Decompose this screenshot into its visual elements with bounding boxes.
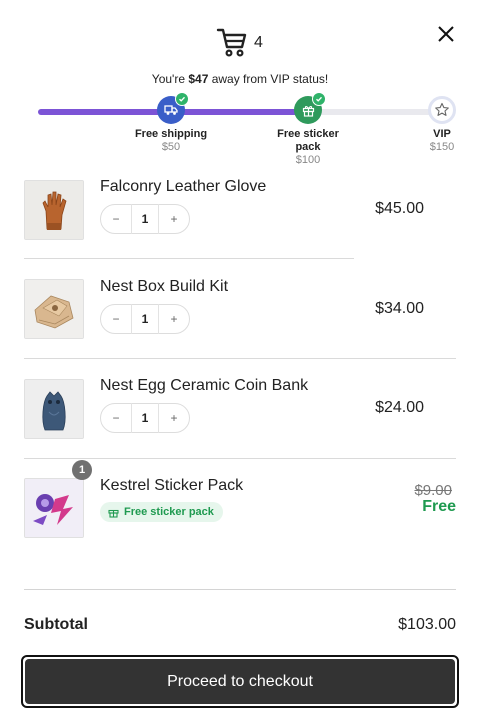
decrease-quantity-button[interactable]: − <box>101 411 131 425</box>
quantity-stepper: − 1 + <box>100 204 190 234</box>
product-image-wooden-kit[interactable] <box>24 279 84 339</box>
cart-item: Nest Egg Ceramic Coin Bank − 1 + $24.00 <box>24 368 456 468</box>
product-image-leather-glove[interactable] <box>24 180 84 240</box>
product-image-ceramic-owl[interactable] <box>24 379 84 439</box>
progress-track <box>38 109 442 115</box>
truck-icon <box>164 105 178 115</box>
item-divider <box>24 358 456 359</box>
proceed-to-checkout-button[interactable]: Proceed to checkout <box>25 659 455 704</box>
gift-icon <box>108 509 119 518</box>
milestone-label: Free shipping <box>134 128 208 140</box>
quantity-value[interactable]: 1 <box>131 403 159 433</box>
item-name[interactable]: Nest Box Build Kit <box>100 278 228 296</box>
milestone-circle <box>157 92 189 124</box>
milestone-free-shipping: Free shipping $50 <box>121 92 221 154</box>
cart-item: Falconry Leather Glove − 1 + $45.00 <box>24 168 456 268</box>
close-icon <box>438 26 454 42</box>
checkout-button-frame: Proceed to checkout <box>21 655 459 708</box>
quantity-badge: 1 <box>72 460 92 480</box>
check-icon <box>312 92 326 106</box>
milestone-circle <box>428 96 456 124</box>
cart-summary: 4 <box>216 24 276 60</box>
cart-item-count: 4 <box>254 34 263 51</box>
increase-quantity-button[interactable]: + <box>159 212 189 226</box>
milestone-circle <box>294 92 326 124</box>
milestone-label: VIP <box>433 128 451 140</box>
item-price: $45.00 <box>375 200 424 217</box>
item-name[interactable]: Nest Egg Ceramic Coin Bank <box>100 377 308 395</box>
shopping-cart-icon <box>216 28 247 57</box>
milestone-amount: $50 <box>161 141 181 153</box>
milestone-vip: VIP $150 <box>392 96 480 154</box>
vip-message-suffix: away from VIP status! <box>208 72 329 86</box>
decrease-quantity-button[interactable]: − <box>101 212 131 226</box>
star-icon <box>435 102 449 116</box>
item-name[interactable]: Falconry Leather Glove <box>100 178 266 196</box>
cart-item: Nest Box Build Kit − 1 + $34.00 <box>24 268 456 368</box>
item-divider <box>24 258 354 259</box>
increase-quantity-button[interactable]: + <box>159 411 189 425</box>
item-price: $24.00 <box>375 399 424 416</box>
subtotal-value: $103.00 <box>398 616 456 633</box>
free-sticker-pack-pill: Free sticker pack <box>100 502 223 522</box>
increase-quantity-button[interactable]: + <box>159 312 189 326</box>
free-price-label: Free <box>422 498 456 515</box>
quantity-value[interactable]: 1 <box>131 204 159 234</box>
cart-header: 4 <box>0 22 480 62</box>
item-price: $34.00 <box>375 300 424 317</box>
quantity-stepper: − 1 + <box>100 304 190 334</box>
milestone-free-sticker-pack: Free sticker pack $100 <box>258 92 358 167</box>
milestone-label: Free sticker pack <box>277 128 339 153</box>
quantity-stepper: − 1 + <box>100 403 190 433</box>
decrease-quantity-button[interactable]: − <box>101 312 131 326</box>
original-price: $9.00 <box>414 482 452 499</box>
free-pill-label: Free sticker pack <box>124 506 214 518</box>
rewards-progress: Free shipping $50 Free sticker pack $100… <box>0 92 480 168</box>
vip-status-message: You're $47 away from VIP status! <box>0 72 480 86</box>
milestone-amount: $100 <box>295 154 321 166</box>
milestone-amount: $150 <box>429 141 455 153</box>
quantity-value[interactable]: 1 <box>131 304 159 334</box>
close-button[interactable] <box>434 22 458 46</box>
vip-remaining-amount: $47 <box>188 72 209 86</box>
subtotal-label: Subtotal <box>24 616 88 633</box>
item-divider <box>24 458 456 459</box>
product-image-sticker-pack[interactable] <box>24 478 84 538</box>
item-name[interactable]: Kestrel Sticker Pack <box>100 477 243 495</box>
vip-message-prefix: You're <box>151 72 189 86</box>
subtotal-divider <box>24 589 456 590</box>
check-icon <box>175 92 189 106</box>
cart-item-free: 1 Kestrel Sticker Pack Free sticker pack… <box>24 460 456 568</box>
gift-icon <box>302 105 314 117</box>
